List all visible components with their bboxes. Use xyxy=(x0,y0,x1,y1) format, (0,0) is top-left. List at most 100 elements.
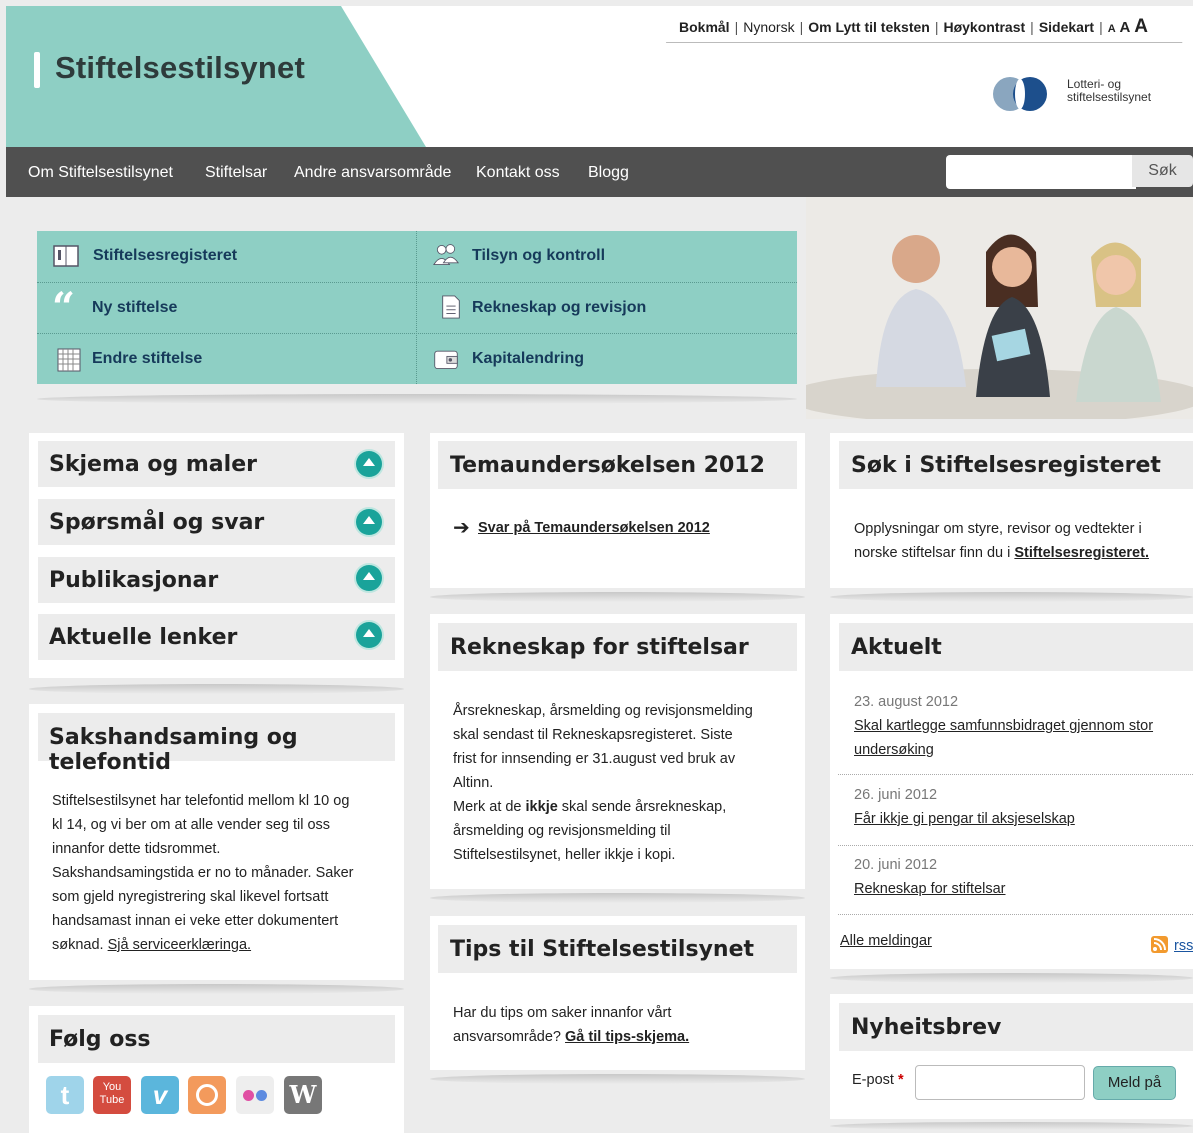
follow-header: Følg oss xyxy=(38,1015,395,1063)
podcast-icon[interactable] xyxy=(188,1076,226,1114)
survey-title: Temaundersøkelsen 2012 xyxy=(450,453,765,478)
lang-bokmal-link[interactable]: Bokmål xyxy=(679,19,730,35)
news-item: 26. juni 2012 Får ikkje gi pengar til ak… xyxy=(854,783,1193,831)
email-field[interactable] xyxy=(915,1065,1085,1100)
newsletter-header: Nyheitsbrev xyxy=(839,1003,1193,1051)
subscribe-button[interactable]: Meld på xyxy=(1093,1066,1176,1100)
partner-logo-line2: stiftelsestilsynet xyxy=(1067,90,1152,104)
quicklink-tilsyn[interactable]: Tilsyn og kontroll xyxy=(472,247,605,265)
quote-icon: “ xyxy=(52,284,76,331)
register-search-header: Søk i Stiftelsesregisteret xyxy=(839,441,1193,489)
news-separator xyxy=(838,845,1193,846)
nav-item-blogg[interactable]: Blogg xyxy=(588,164,629,182)
register-link[interactable]: Stiftelsesregisteret. xyxy=(1014,545,1149,561)
news-link[interactable]: Får ikkje gi pengar til aksjeselskap xyxy=(854,811,1075,827)
text-line: Sakshandsamingstida er no to månader. Sa… xyxy=(52,865,354,881)
hero-photo xyxy=(806,197,1193,419)
expand-icon[interactable] xyxy=(356,509,382,535)
news-separator xyxy=(838,914,1193,915)
panel-shadow xyxy=(830,973,1193,983)
case-handling-text: Stiftelsestilsynet har telefontid mellom… xyxy=(52,789,392,957)
case-handling-title: Sakshandsaming og telefontid xyxy=(49,725,298,775)
email-label-text: E-post xyxy=(852,1072,894,1088)
text-fragment: norske stiftelsar finn du i xyxy=(854,545,1015,561)
text-line: handsamast innan ei veke etter dokumente… xyxy=(52,913,339,929)
search-button[interactable]: Søk xyxy=(1132,155,1193,187)
font-size-small[interactable]: A xyxy=(1108,23,1116,35)
text-line: kl 14, og vi ber om at alle vender seg t… xyxy=(52,817,331,833)
news-link[interactable]: Rekneskap for stiftelsar xyxy=(854,881,1006,897)
wallet-icon xyxy=(434,350,458,369)
tips-text: Har du tips om saker innanfor vårt ansva… xyxy=(453,1001,798,1049)
rss-icon[interactable] xyxy=(1151,936,1168,953)
text-fragment: Merk at de xyxy=(453,799,526,815)
font-size-large[interactable]: A xyxy=(1134,16,1148,37)
youtube-label: Tube xyxy=(99,1094,125,1106)
text-line: Opplysningar om styre, revisor og vedtek… xyxy=(854,521,1142,537)
email-label: E-post * xyxy=(852,1072,904,1088)
wordpress-icon[interactable]: W xyxy=(284,1076,322,1114)
youtube-label: You xyxy=(102,1081,122,1093)
case-handling-header: Sakshandsaming og telefontid xyxy=(38,713,395,775)
quicklink-stiftelsesregisteret[interactable]: Stiftelsesregisteret xyxy=(93,247,237,265)
quick-links-divider xyxy=(37,333,797,334)
youtube-icon[interactable]: You Tube xyxy=(93,1076,131,1114)
rss-link[interactable]: rss xyxy=(1174,938,1193,954)
text-emphasis: ikkje xyxy=(525,799,558,815)
accounting-header: Rekneskap for stiftelsar xyxy=(438,623,797,671)
accordion-item-skjema[interactable]: Skjema og maler xyxy=(38,441,395,487)
panel-shadow xyxy=(830,592,1193,602)
accordion-label: Publikasjonar xyxy=(49,568,219,593)
panel-shadow xyxy=(430,1074,805,1084)
expand-icon[interactable] xyxy=(356,622,382,648)
high-contrast-link[interactable]: Høykontrast xyxy=(943,19,1025,35)
nav-item-kontakt[interactable]: Kontakt oss xyxy=(476,164,560,182)
nav-item-stiftelsar[interactable]: Stiftelsar xyxy=(205,164,267,182)
sitemap-link[interactable]: Sidekart xyxy=(1039,19,1094,35)
news-header: Aktuelt xyxy=(839,623,1193,671)
service-declaration-link[interactable]: Sjå serviceerklæringa. xyxy=(108,937,251,953)
quicklink-ny-stiftelse[interactable]: Ny stiftelse xyxy=(92,299,177,317)
vimeo-icon[interactable]: v xyxy=(141,1076,179,1114)
panel-shadow xyxy=(430,893,805,903)
text-line: innanfor dette tidsrommet. xyxy=(52,841,221,857)
text-line: frist for innsending er 31.august ved br… xyxy=(453,751,736,767)
accordion-label: Aktuelle lenker xyxy=(49,625,238,650)
accounting-title: Rekneskap for stiftelsar xyxy=(450,635,749,660)
accordion-label: Spørsmål og svar xyxy=(49,510,265,535)
news-item: 23. august 2012 Skal kartlegge samfunnsb… xyxy=(854,690,1193,762)
nav-item-andre[interactable]: Andre ansvarsområde xyxy=(294,164,451,182)
accordion-item-publikasjonar[interactable]: Publikasjonar xyxy=(38,557,395,603)
accordion-label: Skjema og maler xyxy=(49,452,257,477)
nav-item-om[interactable]: Om Stiftelsestilsynet xyxy=(28,164,173,182)
twitter-icon[interactable]: t xyxy=(46,1076,84,1114)
quicklink-endre[interactable]: Endre stiftelse xyxy=(92,350,202,368)
partner-logo-text[interactable]: Lotteri- og stiftelsestilsynet xyxy=(1067,78,1151,104)
quicklink-kapitalendring[interactable]: Kapitalendring xyxy=(472,350,584,368)
news-item: 20. juni 2012 Rekneskap for stiftelsar xyxy=(854,853,1193,901)
tips-title: Tips til Stiftelsestilsynet xyxy=(450,937,755,962)
text-line: Årsrekneskap, årsmelding og revisjonsmel… xyxy=(453,703,753,719)
flickr-icon[interactable] xyxy=(236,1076,274,1114)
text-line: søknad. xyxy=(52,937,108,953)
news-link[interactable]: undersøking xyxy=(854,742,934,758)
tips-form-link[interactable]: Gå til tips-skjema. xyxy=(565,1029,689,1045)
partner-logo-icon[interactable] xyxy=(993,75,1063,111)
accordion-item-sporsmal[interactable]: Spørsmål og svar xyxy=(38,499,395,545)
listen-link[interactable]: Om Lytt til teksten xyxy=(808,19,930,35)
survey-link[interactable]: Svar på Temaundersøkelsen 2012 xyxy=(478,520,710,536)
text-line: årsmelding og revisjonsmelding til xyxy=(453,823,671,839)
news-link[interactable]: Skal kartlegge samfunnsbidraget gjennom … xyxy=(854,718,1153,734)
document-icon xyxy=(442,295,460,319)
all-news-link[interactable]: Alle meldingar xyxy=(840,933,932,949)
expand-icon[interactable] xyxy=(356,451,382,477)
grid-icon xyxy=(57,348,81,372)
site-logo[interactable]: Stiftelsestilsynet xyxy=(55,50,305,86)
search-input[interactable] xyxy=(946,155,1136,189)
expand-icon[interactable] xyxy=(356,565,382,591)
lang-nynorsk-link[interactable]: Nynorsk xyxy=(743,19,794,35)
accordion-item-lenker[interactable]: Aktuelle lenker xyxy=(38,614,395,660)
font-size-medium[interactable]: A xyxy=(1120,19,1131,36)
quicklink-rekneskap[interactable]: Rekneskap og revisjon xyxy=(472,299,646,317)
register-search-title: Søk i Stiftelsesregisteret xyxy=(851,453,1161,478)
